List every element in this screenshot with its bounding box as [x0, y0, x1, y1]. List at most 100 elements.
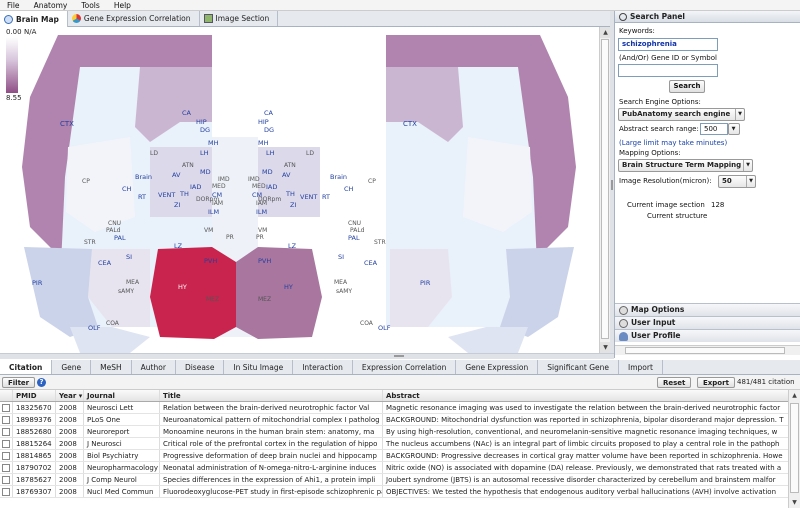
- pmid-cell: 18325670: [13, 402, 56, 413]
- row-checkbox[interactable]: [2, 488, 10, 496]
- help-icon[interactable]: ?: [37, 378, 46, 387]
- region-label: MEZ: [258, 296, 271, 303]
- export-button[interactable]: Export: [697, 377, 735, 388]
- row-checkbox[interactable]: [2, 428, 10, 436]
- resolution-select[interactable]: 50 ▼: [718, 175, 756, 188]
- tab-gene-expression-correlation[interactable]: Gene Expression Correlation: [68, 11, 200, 26]
- region-pir-right[interactable]: [500, 247, 574, 337]
- tab-in-situ-image[interactable]: In Situ Image: [224, 360, 294, 374]
- table-row[interactable]: 18769307 2008 Nucl Med Commun Fluorodeoxygl…: [0, 486, 788, 498]
- region-label: LZ: [174, 242, 183, 250]
- row-checkbox[interactable]: [2, 452, 10, 460]
- column-header-pmid[interactable]: PMID: [13, 390, 56, 401]
- engine-select[interactable]: PubAnatomy search engine ▼: [618, 108, 745, 121]
- tab-citation[interactable]: Citation: [0, 360, 53, 374]
- tab-label: Gene Expression Correlation: [83, 14, 191, 23]
- tab-significant-gene[interactable]: Significant Gene: [538, 360, 620, 374]
- region-thalamus-left[interactable]: [150, 147, 212, 217]
- scroll-down-icon[interactable]: ▼: [789, 497, 800, 508]
- row-checkbox[interactable]: [2, 416, 10, 424]
- menu-help[interactable]: Help: [107, 0, 138, 10]
- search-panel-header[interactable]: Search Panel: [615, 11, 800, 23]
- abstract-range-input[interactable]: 500: [700, 123, 728, 135]
- mapping-select[interactable]: Brain Structure Term Mapping ▼: [618, 159, 753, 172]
- panel-horizontal-scrollbar[interactable]: [615, 345, 800, 355]
- abstract-cell: Nitric oxide (NO) is associated with dop…: [386, 464, 782, 472]
- tab-interaction[interactable]: Interaction: [293, 360, 353, 374]
- table-row[interactable]: 18852680 2008 Neuroreport Monoamine neurons…: [0, 426, 788, 438]
- accordion-label: Map Options: [631, 305, 685, 314]
- column-header-year[interactable]: Year ▾: [56, 390, 84, 401]
- row-checkbox[interactable]: [2, 440, 10, 448]
- year-cell: 2008: [56, 486, 84, 497]
- row-checkbox[interactable]: [2, 404, 10, 412]
- tab-brain-map[interactable]: Brain Map: [0, 11, 68, 27]
- row-checkbox[interactable]: [2, 464, 10, 472]
- region-label: PAL: [114, 234, 126, 242]
- horizontal-splitter[interactable]: [0, 353, 614, 359]
- region-label: CEA: [364, 259, 378, 267]
- tab-disease[interactable]: Disease: [176, 360, 225, 374]
- abstract-cell: OBJECTIVES: We tested the hypothesis tha…: [386, 488, 777, 496]
- accordion-map-options[interactable]: Map Options: [615, 303, 800, 316]
- chevron-down-icon[interactable]: ▼: [743, 160, 752, 171]
- region-label: STR: [374, 239, 386, 246]
- column-header-title[interactable]: Title: [160, 390, 383, 401]
- table-row[interactable]: 18785627 2008 J Comp Neurol Species differe…: [0, 474, 788, 486]
- table-row[interactable]: 18989376 2008 PLoS One Neuroanatomical patt…: [0, 414, 788, 426]
- splitter-grip-icon[interactable]: [394, 355, 404, 357]
- menu-anatomy[interactable]: Anatomy: [27, 0, 75, 10]
- row-checkbox[interactable]: [2, 476, 10, 484]
- scroll-thumb[interactable]: [625, 347, 785, 354]
- map-vertical-scrollbar[interactable]: ▲ ▼: [599, 27, 611, 353]
- abstract-cell: BACKGROUND: Mitochondrial dysfunction wa…: [386, 416, 784, 424]
- scroll-thumb[interactable]: [790, 403, 799, 493]
- large-limit-note: (Large limit may take minutes): [619, 139, 728, 147]
- column-header-journal[interactable]: Journal: [84, 390, 160, 401]
- region-cp-right[interactable]: [463, 137, 532, 232]
- chevron-down-icon[interactable]: ▼: [735, 109, 744, 120]
- scroll-up-icon[interactable]: ▲: [789, 390, 800, 401]
- region-pir-left[interactable]: [24, 247, 98, 337]
- tab-author[interactable]: Author: [132, 360, 176, 374]
- table-row[interactable]: 18815264 2008 J Neurosci Critical role of t…: [0, 438, 788, 450]
- region-thalamus-right[interactable]: [258, 147, 320, 217]
- tab-import[interactable]: Import: [619, 360, 663, 374]
- region-hy-right[interactable]: [236, 247, 322, 339]
- search-button[interactable]: Search: [669, 80, 705, 93]
- menu-tools[interactable]: Tools: [74, 0, 106, 10]
- tab-image-section[interactable]: Image Section: [200, 11, 279, 26]
- tab-expression-correlation[interactable]: Expression Correlation: [353, 360, 457, 374]
- reset-button[interactable]: Reset: [657, 377, 692, 388]
- pmid-cell: 18815264: [13, 438, 56, 449]
- region-olf-right[interactable]: [448, 327, 528, 353]
- table-row[interactable]: 18325670 2008 Neurosci Lett Relation betwee…: [0, 402, 788, 414]
- column-header-abstract[interactable]: Abstract: [383, 390, 788, 401]
- keywords-input[interactable]: schizophrenia: [618, 38, 718, 51]
- table-vertical-scrollbar[interactable]: ▲ ▼: [788, 390, 800, 508]
- region-hy-left[interactable]: [150, 247, 236, 339]
- table-row[interactable]: 18814865 2008 Biol Psychiatry Progressive d…: [0, 450, 788, 462]
- chevron-down-icon[interactable]: ▼: [728, 124, 739, 135]
- chevron-down-icon[interactable]: ▼: [746, 176, 755, 187]
- tab-gene-expression[interactable]: Gene Expression: [456, 360, 539, 374]
- brain-section-map[interactable]: CA CA HIP HIP DG DG MH MH LH LH MD MD AV…: [0, 27, 599, 353]
- row-select-cell: [0, 402, 13, 413]
- region-label: VENT: [158, 191, 175, 199]
- tab-gene[interactable]: Gene: [52, 360, 92, 374]
- abstract-range-stepper[interactable]: ▼: [728, 123, 740, 135]
- engine-select-value: PubAnatomy search engine: [622, 110, 731, 118]
- scroll-thumb[interactable]: [601, 39, 609, 339]
- tab-mesh[interactable]: MeSH: [91, 360, 132, 374]
- table-row[interactable]: 18790702 2008 Neuropharmacology Neonatal ad…: [0, 462, 788, 474]
- region-label: AV: [282, 171, 291, 179]
- accordion-user-input[interactable]: User Input: [615, 316, 800, 329]
- region-olf-left[interactable]: [70, 327, 150, 353]
- gene-input[interactable]: [618, 64, 718, 77]
- menu-file[interactable]: File: [0, 0, 27, 10]
- region-label: CP: [82, 178, 90, 185]
- brain-map-view[interactable]: CA CA HIP HIP DG DG MH MH LH LH MD MD AV…: [0, 27, 599, 353]
- splitter-grip-icon[interactable]: [611, 180, 613, 190]
- accordion-user-profile[interactable]: User Profile: [615, 329, 800, 342]
- filter-button[interactable]: Filter: [2, 377, 36, 388]
